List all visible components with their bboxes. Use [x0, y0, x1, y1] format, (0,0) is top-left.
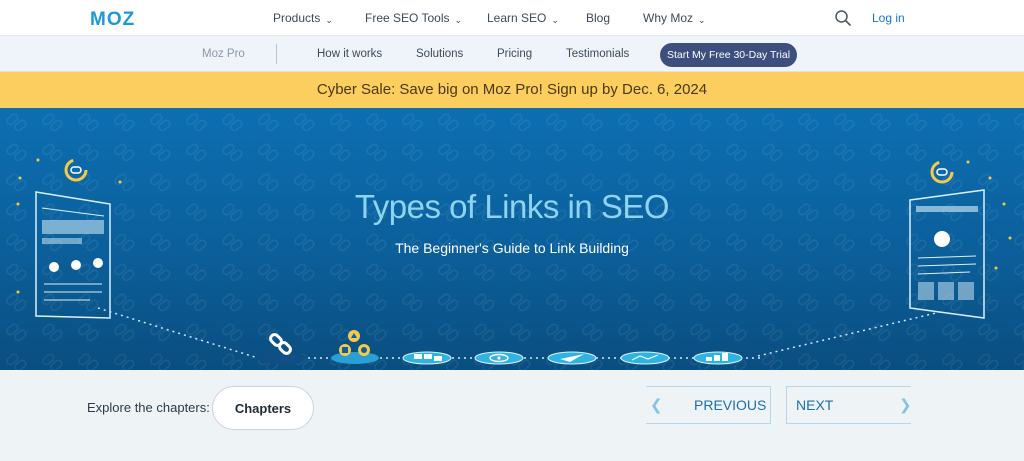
subnav-solutions[interactable]: Solutions [416, 48, 463, 60]
chevron-down-icon: ⌄ [698, 15, 706, 25]
subnav-how-it-works[interactable]: How it works [317, 48, 382, 60]
webpage-illustration-right [909, 189, 985, 319]
explore-chapters-label: Explore the chapters: [87, 400, 210, 415]
subnav-pricing[interactable]: Pricing [497, 48, 532, 60]
nav-free-seo-tools[interactable]: Free SEO Tools ⌄ [365, 11, 462, 25]
chapter-node-link-icon [258, 333, 306, 364]
previous-label: PREVIOUS [694, 397, 767, 413]
nav-why-moz[interactable]: Why Moz ⌄ [643, 11, 706, 25]
link-badge-icon-right [930, 160, 954, 184]
chevron-left-icon: ❮ [650, 397, 663, 414]
hero-section: Types of Links in SEO The Beginner's Gui… [0, 108, 1024, 370]
webpage-illustration-left [35, 191, 111, 319]
login-link[interactable]: Log in [872, 11, 905, 25]
subnav-divider [276, 44, 277, 64]
chevron-right-icon: ❯ [899, 397, 912, 414]
chevron-down-icon: ⌄ [551, 15, 559, 25]
link-badge-icon-left [64, 158, 88, 182]
subnav-brand[interactable]: Moz Pro [202, 48, 245, 60]
hero-illustration [16, 158, 1012, 365]
nav-blog-label: Blog [586, 11, 611, 25]
top-navigation: MOZ Products ⌄ Free SEO Tools ⌄ Learn SEO ⌄… [0, 0, 1024, 36]
chapter-navigation: Explore the chapters: Chapters ❮ PREVIOU… [0, 370, 1024, 461]
moz-logo[interactable]: MOZ [90, 9, 135, 31]
chapter-node-bar-chart-icon [693, 351, 743, 365]
chapter-node-graph-icon [620, 351, 670, 365]
nav-learn-seo-label: Learn SEO [487, 11, 547, 25]
next-button[interactable]: NEXT ❯ [786, 386, 912, 424]
search-icon[interactable] [834, 9, 852, 27]
nav-free-seo-tools-label: Free SEO Tools [365, 11, 450, 25]
chapter-node-target-icon [474, 351, 524, 365]
nav-learn-seo[interactable]: Learn SEO ⌄ [487, 11, 559, 25]
nav-products[interactable]: Products ⌄ [273, 11, 333, 25]
nav-why-moz-label: Why Moz [643, 11, 694, 25]
free-trial-button[interactable]: Start My Free 30-Day Trial [660, 43, 797, 67]
nav-products-label: Products [273, 11, 321, 25]
chevron-down-icon: ⌄ [325, 15, 333, 25]
chapters-button[interactable]: Chapters [212, 386, 314, 430]
chapter-node-paper-plane-icon [547, 351, 597, 365]
product-subnav: Moz Pro How it works Solutions Pricing T… [0, 36, 1024, 72]
chapter-node-flowchart-icon [402, 351, 452, 365]
next-label: NEXT [796, 397, 834, 413]
previous-button[interactable]: ❮ PREVIOUS [646, 386, 771, 424]
chevron-down-icon: ⌄ [454, 15, 463, 25]
nav-blog[interactable]: Blog [586, 11, 610, 25]
chapter-node-shapes-icon [331, 330, 379, 364]
subnav-testimonials[interactable]: Testimonials [566, 48, 629, 60]
sparkle-icons [16, 158, 1012, 294]
promo-banner[interactable]: Cyber Sale: Save big on Moz Pro! Sign up… [0, 72, 1024, 108]
